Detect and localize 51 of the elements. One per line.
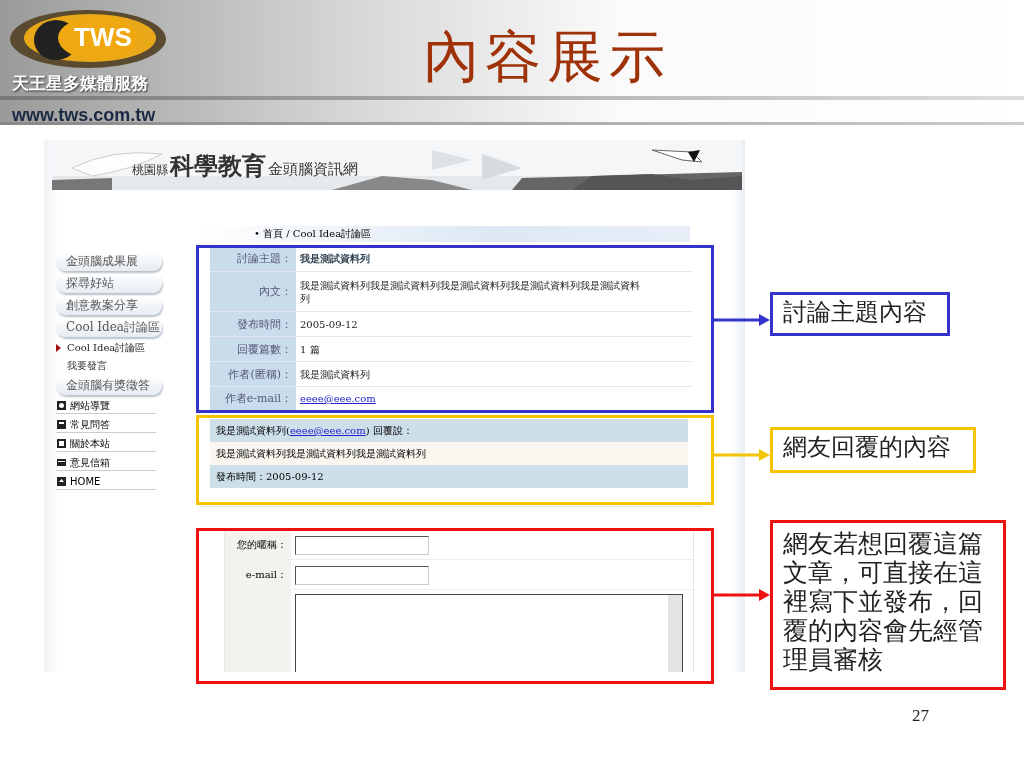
field-value: 我是測試資料列: [296, 362, 692, 387]
nav-link[interactable]: 意見信箱: [70, 455, 110, 470]
field-label: 討論主題：: [210, 246, 296, 272]
slide-title: 內容展示: [423, 23, 671, 90]
nav-link[interactable]: 關於本站: [70, 436, 110, 451]
reply-date: 發布時間：2005-09-12: [216, 469, 324, 484]
nav-subitem[interactable]: Cool Idea討論區: [67, 340, 146, 355]
nav-link[interactable]: 網站導覽: [70, 398, 110, 413]
bullet: •: [254, 228, 260, 239]
banner-subtitle: 金頭腦資訊網: [268, 160, 358, 179]
arrow: [714, 314, 770, 326]
callout-text: 討論主題內容: [770, 292, 950, 336]
email-link[interactable]: eeee@eee.com: [300, 392, 376, 405]
callout-text: 網友若想回覆這篇文章，可直接在這裡寫下並發布，回覆的內容會先經管理員審核: [770, 520, 1006, 690]
form-label: 您的暱稱：: [225, 530, 291, 559]
nav-button[interactable]: 創意教案分享: [56, 296, 162, 315]
nav-button[interactable]: 金頭腦成果展: [56, 252, 162, 271]
company-name: 天王星多媒體服務: [12, 72, 149, 95]
reply-author: 我是測試資料列(: [216, 423, 290, 438]
nav-button[interactable]: Cool Idea討論區: [56, 318, 162, 337]
nav-link[interactable]: HOME: [70, 476, 101, 487]
form-label: e-mail：: [225, 560, 291, 589]
field-value: 1 篇: [296, 337, 692, 362]
page-number: 27: [912, 706, 929, 726]
field-value: 我是測試資料列我是測試資料列我是測試資料列我是測試資料列我是測試資料列: [296, 272, 692, 312]
field-label: 作者(匿稱)：: [210, 362, 296, 387]
logo-text: TWS: [74, 22, 132, 53]
input-field[interactable]: [295, 536, 429, 555]
field-label: 發布時間：: [210, 312, 296, 337]
nav-button[interactable]: 探尋好站: [56, 274, 162, 293]
field-value: 我是測試資料列: [296, 246, 692, 272]
arrow: [714, 589, 770, 601]
nav-button[interactable]: 金頭腦有獎徵答: [56, 376, 162, 395]
reply-says: ) 回覆說：: [365, 423, 413, 438]
callout-text: 網友回覆的內容: [770, 427, 976, 473]
breadcrumb[interactable]: 首頁 / Cool Idea討論區: [263, 228, 372, 239]
reply-body: 我是測試資料列我是測試資料列我是測試資料列: [216, 446, 426, 461]
field-label: 作者e-mail：: [210, 387, 296, 411]
home-icon: [56, 476, 67, 487]
field-label: 內文：: [210, 272, 296, 312]
email-link[interactable]: eeee@eee.com: [289, 425, 366, 436]
scrollbar[interactable]: [668, 595, 682, 672]
arrow: [714, 449, 770, 461]
banner-text: 桃園縣: [132, 162, 168, 179]
input-field[interactable]: [295, 566, 429, 585]
field-label: 回覆篇數：: [210, 337, 296, 362]
banner-title: 科學教育: [170, 150, 266, 182]
field-value: 2005-09-12: [296, 312, 692, 337]
website-url: www.tws.com.tw: [12, 105, 157, 126]
nav-subitem[interactable]: 我要發言: [67, 358, 107, 373]
nav-link[interactable]: 常見問答: [70, 417, 110, 432]
